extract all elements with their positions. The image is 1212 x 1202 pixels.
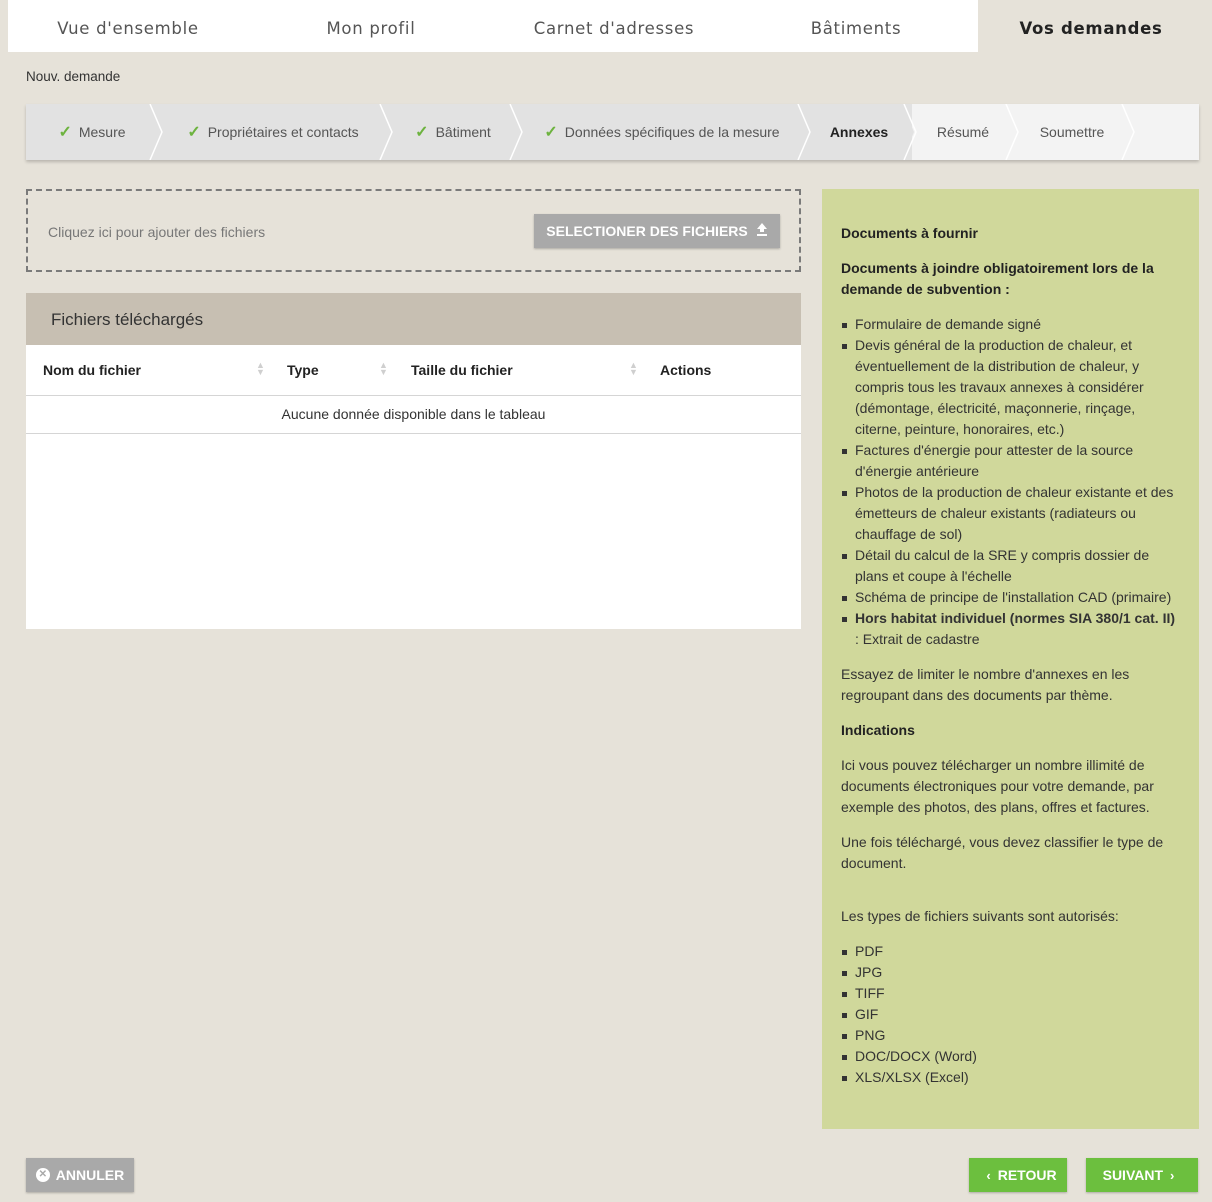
- step-owners-contacts[interactable]: ✓ Propriétaires et contacts: [158, 104, 388, 160]
- tab-my-requests[interactable]: Vos demandes: [978, 0, 1204, 52]
- file-types-list: PDF JPG TIFF GIF PNG DOC/DOCX (Word) XLS…: [841, 941, 1179, 1088]
- next-button[interactable]: SUIVANT ›: [1086, 1158, 1198, 1192]
- documents-heading: Documents à fournir: [841, 225, 978, 241]
- check-icon: ✓: [544, 124, 558, 141]
- top-navigation: Vue d'ensemble Mon profil Carnet d'adres…: [8, 0, 1204, 52]
- step-building[interactable]: ✓ Bâtiment: [388, 104, 518, 160]
- close-icon: ✕: [35, 1168, 50, 1182]
- step-label: Données spécifiques de la mesure: [564, 124, 780, 140]
- dropzone-hint: Cliquez ici pour ajouter des fichiers: [48, 224, 266, 240]
- list-item-bold: Hors habitat individuel (normes SIA 380/…: [855, 610, 1176, 626]
- required-documents-list: Formulaire de demande signé Devis généra…: [841, 314, 1179, 650]
- list-item: XLS/XLSX (Excel): [841, 1067, 1179, 1088]
- uploaded-files-title: Fichiers téléchargés: [26, 293, 801, 345]
- select-files-label: SELECTIONER DES FICHIERS: [546, 223, 748, 239]
- list-item: TIFF: [841, 983, 1179, 1004]
- list-item: Formulaire de demande signé: [841, 314, 1179, 335]
- list-item: Hors habitat individuel (normes SIA 380/…: [841, 608, 1179, 650]
- check-icon: ✓: [415, 124, 429, 141]
- upload-icon: [756, 223, 768, 239]
- chevron-left-icon: ‹: [986, 1167, 991, 1183]
- sort-icon: ▲ ▼: [256, 360, 265, 377]
- step-annexes[interactable]: Annexes: [806, 104, 912, 160]
- list-item: Schéma de principe de l'installation CAD…: [841, 587, 1179, 608]
- list-item: Factures d'énergie pour attester de la s…: [841, 440, 1179, 482]
- step-label: Bâtiment: [435, 124, 491, 140]
- tab-overview[interactable]: Vue d'ensemble: [8, 0, 248, 52]
- file-types-intro: Les types de fichiers suivants sont auto…: [841, 908, 1119, 924]
- step-label: Soumettre: [1039, 124, 1105, 140]
- tab-my-profile[interactable]: Mon profil: [248, 0, 494, 52]
- step-label: Mesure: [78, 124, 126, 140]
- list-item: GIF: [841, 1004, 1179, 1025]
- chevron-right-icon: ›: [1170, 1167, 1175, 1183]
- step-measure-data[interactable]: ✓ Données spécifiques de la mesure: [518, 104, 806, 160]
- list-item-rest: : Extrait de cadastre: [855, 631, 980, 647]
- file-dropzone[interactable]: Cliquez ici pour ajouter des fichiers SE…: [26, 189, 801, 272]
- list-item: Photos de la production de chaleur exist…: [841, 482, 1179, 545]
- tab-buildings[interactable]: Bâtiments: [734, 0, 978, 52]
- list-item: Détail du calcul de la SRE y compris dos…: [841, 545, 1179, 587]
- step-summary[interactable]: Résumé: [912, 104, 1014, 160]
- step-label: Annexes: [829, 124, 889, 140]
- check-icon: ✓: [58, 124, 72, 141]
- column-header-type[interactable]: Type ▲ ▼: [268, 345, 393, 396]
- back-label: RETOUR: [997, 1167, 1057, 1183]
- step-label: Propriétaires et contacts: [207, 124, 359, 140]
- empty-table-message: Aucune donnée disponible dans le tableau: [26, 395, 801, 434]
- cancel-button[interactable]: ✕ ANNULER: [26, 1158, 134, 1192]
- select-files-button[interactable]: SELECTIONER DES FICHIERS: [534, 214, 780, 248]
- files-table: Nom du fichier ▲ ▼ Type ▲ ▼ Taille du fich…: [26, 345, 801, 434]
- list-item: PDF: [841, 941, 1179, 962]
- uploaded-files-panel: Fichiers téléchargés Nom du fichier ▲ ▼ T…: [26, 293, 801, 629]
- table-row: Aucune donnée disponible dans le tableau: [26, 395, 801, 434]
- column-header-actions: Actions: [640, 345, 801, 396]
- limit-note: Essayez de limiter le nombre d'annexes e…: [841, 666, 1130, 703]
- list-item: JPG: [841, 962, 1179, 983]
- list-item: Devis général de la production de chaleu…: [841, 335, 1179, 440]
- cancel-label: ANNULER: [55, 1167, 125, 1183]
- sort-icon: ▲ ▼: [379, 360, 388, 377]
- info-panel: Documents à fournir Documents à joindre …: [822, 189, 1199, 1129]
- wizard-steps: ✓ Mesure ✓ Propriétaires et contacts ✓ B…: [26, 104, 1199, 160]
- documents-intro: Documents à joindre obligatoirement lors…: [841, 260, 1154, 297]
- list-item: PNG: [841, 1025, 1179, 1046]
- tab-address-book[interactable]: Carnet d'adresses: [494, 0, 734, 52]
- sort-icon: ▲ ▼: [629, 360, 638, 377]
- step-submit[interactable]: Soumettre: [1014, 104, 1130, 160]
- breadcrumb: Nouv. demande: [26, 69, 121, 84]
- indications-text: Ici vous pouvez télécharger un nombre il…: [841, 757, 1154, 815]
- step-mesure[interactable]: ✓ Mesure: [26, 104, 158, 160]
- classify-text: Une fois téléchargé, vous devez classifi…: [841, 834, 1164, 871]
- next-label: SUIVANT: [1102, 1167, 1164, 1183]
- step-label: Résumé: [936, 124, 990, 140]
- list-item: DOC/DOCX (Word): [841, 1046, 1179, 1067]
- column-header-filename[interactable]: Nom du fichier ▲ ▼: [26, 345, 268, 396]
- indications-heading: Indications: [841, 722, 915, 738]
- check-icon: ✓: [187, 124, 201, 141]
- back-button[interactable]: ‹ RETOUR: [969, 1158, 1067, 1192]
- column-header-filesize[interactable]: Taille du fichier ▲ ▼: [393, 345, 640, 396]
